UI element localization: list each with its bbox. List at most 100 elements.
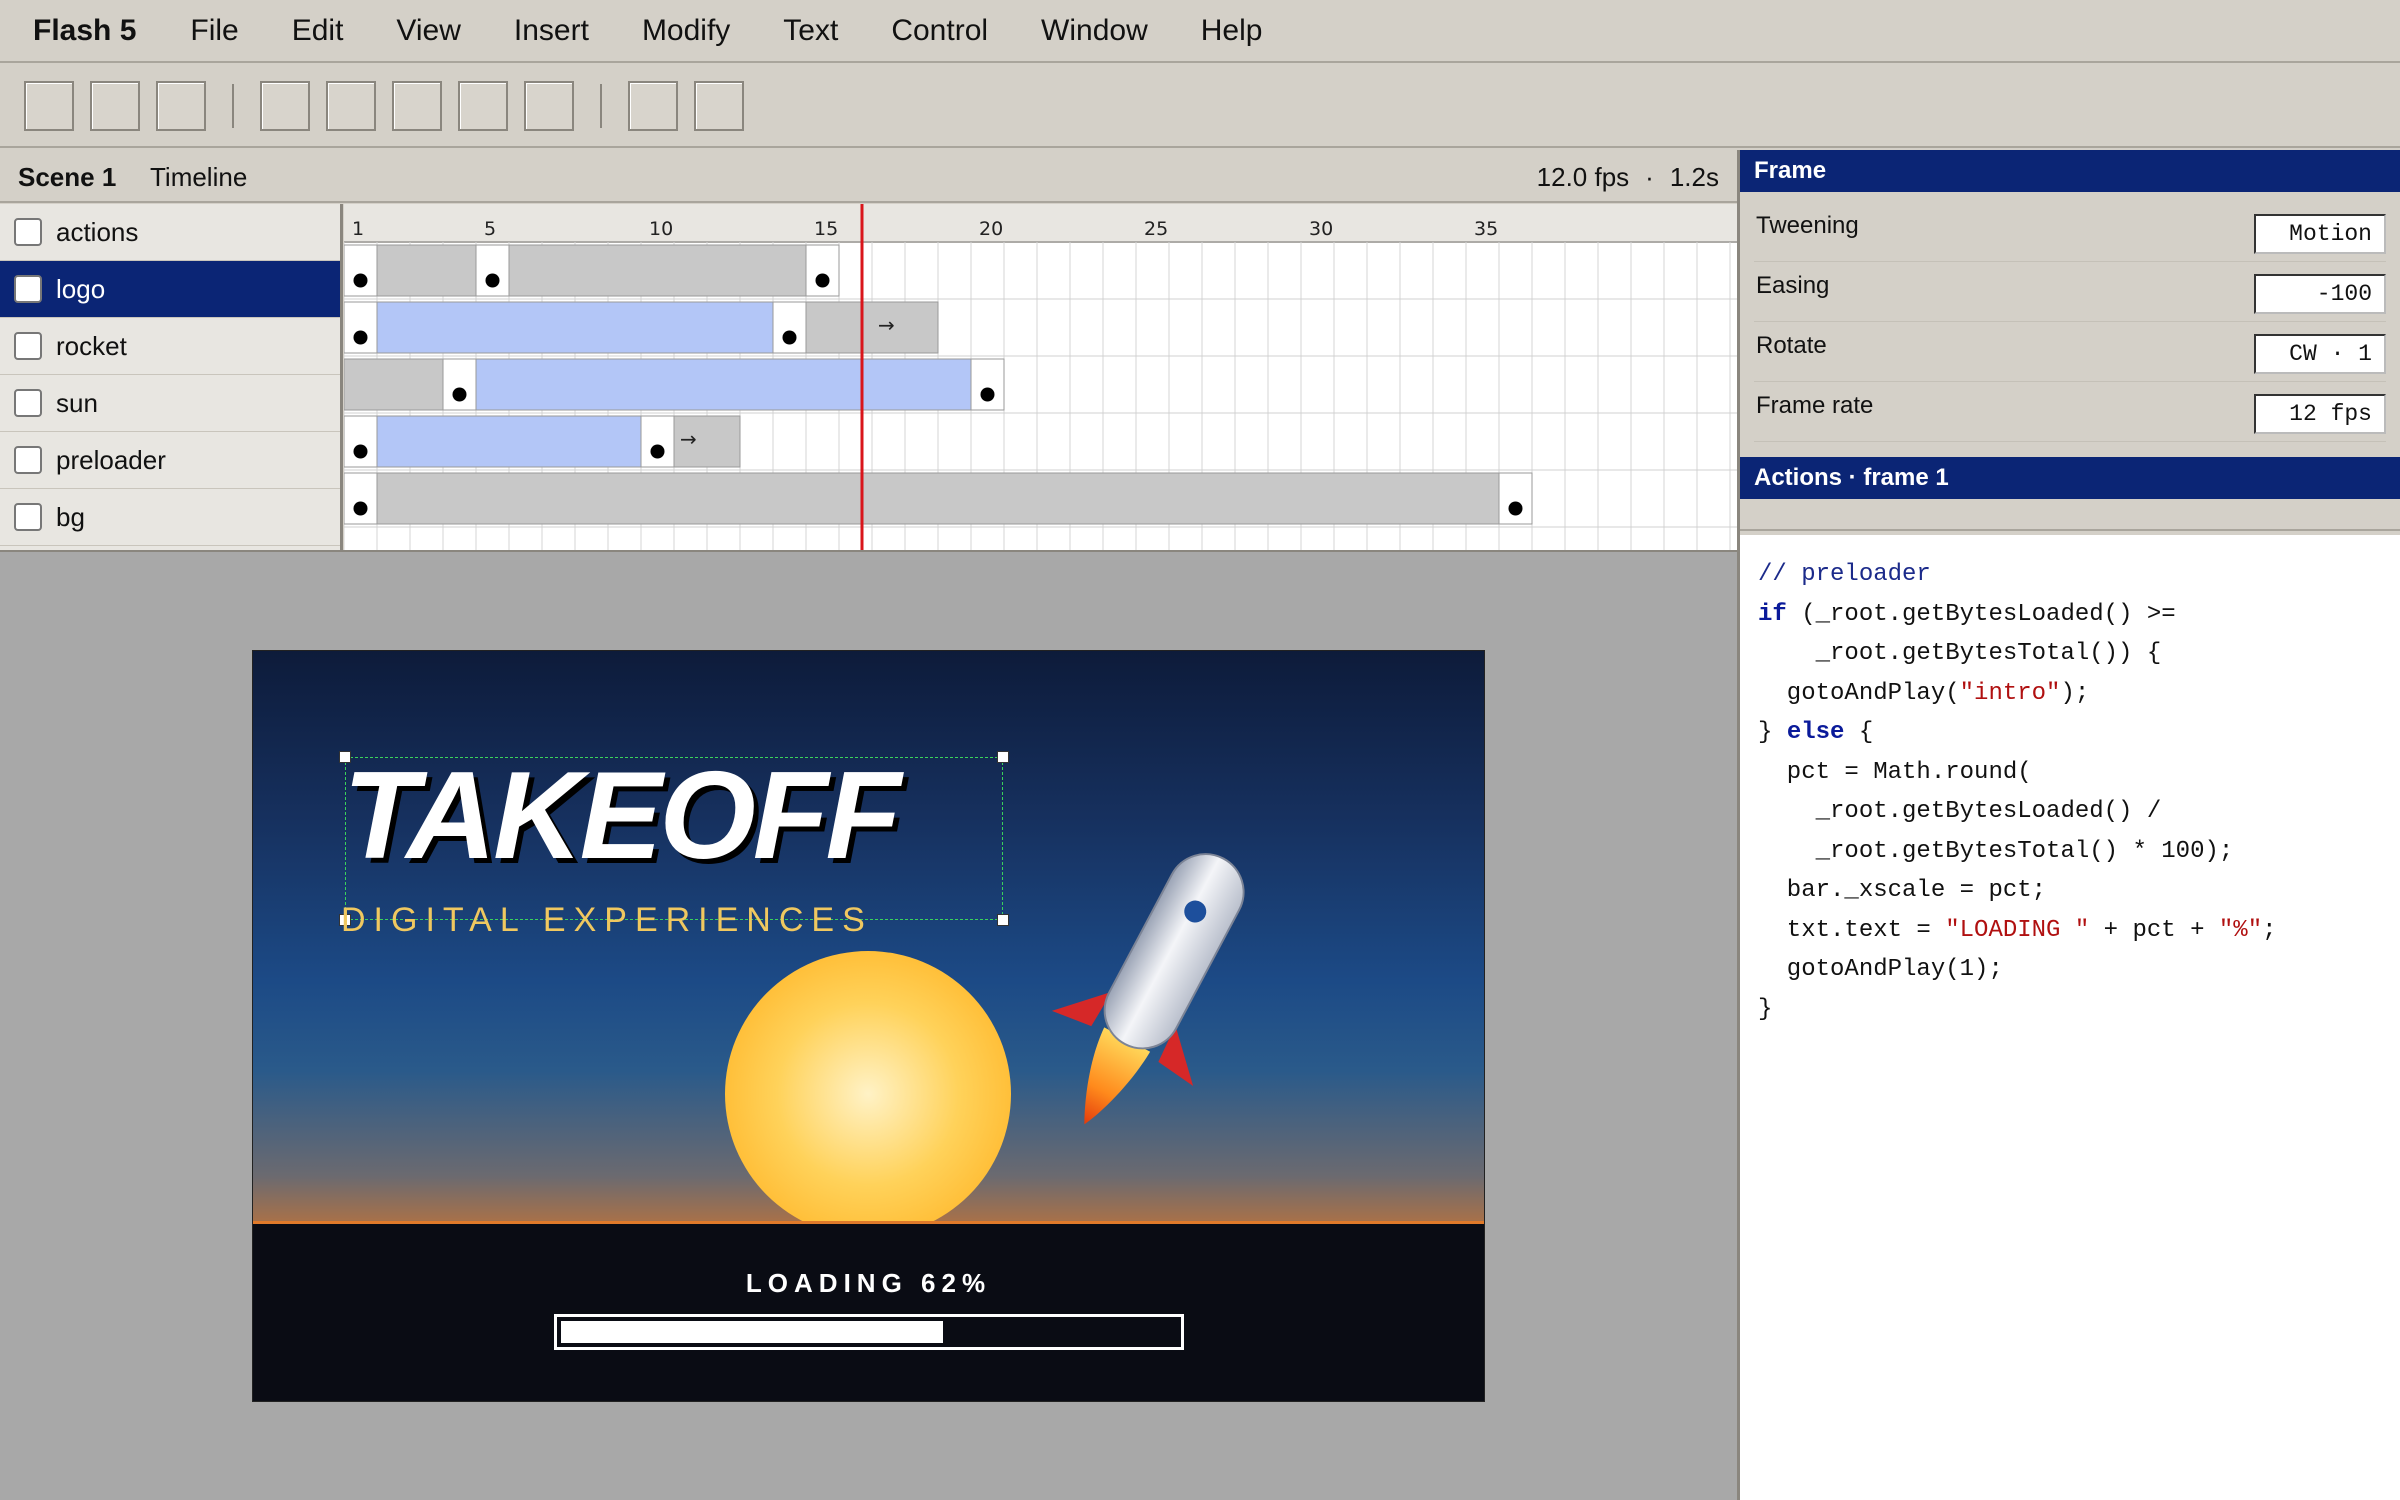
code-string: "%" (2218, 916, 2263, 944)
layer-row-bg[interactable]: bg (0, 489, 340, 546)
layer-list: actions logo rocket sun preloader bg (0, 204, 343, 550)
toolbar (0, 65, 2400, 148)
code-line: txt.text = (1758, 916, 1946, 944)
keyframe-dot (815, 273, 830, 288)
layer-checkbox[interactable] (14, 218, 42, 246)
layer-name: logo (56, 273, 106, 304)
motion-tween-span (442, 358, 972, 411)
frame-grid-canvas[interactable]: → → 1 5 10 15 20 25 30 35 (344, 204, 1737, 550)
menu-modify[interactable]: Modify (642, 14, 730, 48)
code-line: } (1758, 995, 1773, 1023)
easing-field[interactable]: -100 (2254, 274, 2386, 314)
code-line: { (1844, 719, 1874, 746)
sun-graphic[interactable] (725, 951, 1011, 1237)
static-frame-span (376, 472, 1500, 525)
tweening-select[interactable]: Motion (2254, 214, 2386, 254)
keyframe-dot (485, 273, 500, 288)
resize-handle[interactable] (997, 751, 1009, 763)
toolbar-button-5[interactable] (326, 80, 376, 131)
menu-window[interactable]: Window (1041, 14, 1148, 48)
toolbar-button-2[interactable] (90, 80, 140, 131)
layer-name: rocket (56, 330, 127, 361)
layer-checkbox[interactable] (14, 503, 42, 531)
prop-easing: Easing -100 (1754, 262, 2386, 322)
toolbar-button-8[interactable] (524, 80, 574, 131)
keyframe-dot (980, 387, 995, 402)
layer-name: preloader (56, 444, 166, 475)
keyframe-cell (772, 301, 807, 354)
layer-checkbox[interactable] (14, 446, 42, 474)
rocket-graphic[interactable] (1033, 826, 1273, 1156)
frame-panel-title[interactable]: Frame (1740, 150, 2400, 192)
keyframe-cell (475, 244, 510, 297)
fps-separator: · (1645, 162, 1654, 192)
code-line: (_root.getBytesLoaded() >= (1786, 600, 2176, 628)
keyframe-dot (1508, 501, 1523, 516)
layer-row-preloader[interactable]: preloader (0, 432, 340, 489)
menu-view[interactable]: View (396, 14, 460, 48)
toolbar-separator (600, 83, 602, 128)
menu-file[interactable]: File (190, 14, 238, 48)
keyframe-cell (344, 301, 378, 354)
stage-canvas[interactable]: TAKEOFF DIGITAL EXPERIENCES LOADING 62% (252, 650, 1485, 1402)
code-line: gotoAndPlay(1); (1758, 956, 2003, 983)
layer-row-actions[interactable]: actions (0, 204, 340, 261)
prop-label: Tweening (1756, 212, 1859, 239)
frame-ruler-bg (344, 204, 1737, 242)
ruler-label-10: 10 (649, 218, 673, 240)
ruler-label-30: 30 (1309, 218, 1333, 240)
toolbar-button-7[interactable] (458, 80, 508, 131)
keyframe-cell (344, 415, 378, 468)
prop-label: Frame rate (1756, 392, 1874, 419)
toolbar-button-4[interactable] (260, 80, 310, 131)
menu-text[interactable]: Text (783, 14, 838, 48)
progress-fill (561, 1321, 943, 1343)
ruler-label-15: 15 (814, 218, 838, 240)
duration-value: 1.2s (1669, 162, 1719, 192)
menu-insert[interactable]: Insert (514, 14, 589, 48)
logo-subtitle[interactable]: DIGITAL EXPERIENCES (341, 901, 873, 940)
ruler-label-25: 25 (1144, 218, 1168, 240)
logo-title[interactable]: TAKEOFF (343, 754, 901, 878)
toolbar-button-1[interactable] (24, 80, 74, 131)
ground-band (253, 1221, 1484, 1401)
scene-label[interactable]: Scene 1 (18, 162, 116, 193)
app-name: Flash 5 (33, 13, 137, 47)
frame-grid[interactable]: → → 1 5 10 15 20 25 30 35 (344, 204, 1737, 550)
layer-checkbox[interactable] (14, 332, 42, 360)
code-line: ); (2060, 679, 2090, 707)
static-frame-span (475, 244, 807, 297)
menu-help[interactable]: Help (1201, 14, 1263, 48)
layer-row-logo[interactable]: logo (0, 261, 340, 318)
keyframe-dot (353, 501, 368, 516)
keyframe-cell (442, 358, 477, 411)
layer-row-rocket[interactable]: rocket (0, 318, 340, 375)
layer-row-sun[interactable]: sun (0, 375, 340, 432)
keyframe-cell (640, 415, 675, 468)
layer-checkbox[interactable] (14, 275, 42, 303)
prop-tweening: Tweening Motion (1754, 202, 2386, 262)
ruler-label-20: 20 (979, 218, 1003, 240)
layer-name: bg (56, 501, 85, 532)
toolbar-button-3[interactable] (156, 80, 206, 131)
menu-control[interactable]: Control (891, 14, 988, 48)
menu-edit[interactable]: Edit (292, 14, 344, 48)
rotate-select[interactable]: CW · 1 (2254, 334, 2386, 374)
ruler-label-5: 5 (484, 218, 496, 240)
toolbar-button-9[interactable] (628, 80, 678, 131)
frame-properties: Tweening Motion Easing -100 Rotate CW · … (1740, 192, 2400, 457)
layer-name: actions (56, 216, 139, 247)
layer-name: sun (56, 387, 98, 418)
actionscript-editor[interactable]: // preloader if (_root.getBytesLoaded() … (1740, 535, 2400, 1500)
actions-panel-title[interactable]: Actions · frame 1 (1740, 457, 2400, 499)
toolbar-button-6[interactable] (392, 80, 442, 131)
frame-rate-field[interactable]: 12 fps (2254, 394, 2386, 434)
keyframe-cell (1498, 472, 1533, 525)
code-keyword: else (1786, 719, 1845, 746)
code-line: _root.getBytesLoaded() / (1758, 798, 2162, 825)
toolbar-button-10[interactable] (694, 80, 744, 131)
layer-checkbox[interactable] (14, 389, 42, 417)
code-line: _root.getBytesTotal()) { (1758, 640, 2162, 667)
code-line: _root.getBytesTotal() * 100); (1758, 837, 2234, 865)
resize-handle[interactable] (997, 914, 1009, 926)
